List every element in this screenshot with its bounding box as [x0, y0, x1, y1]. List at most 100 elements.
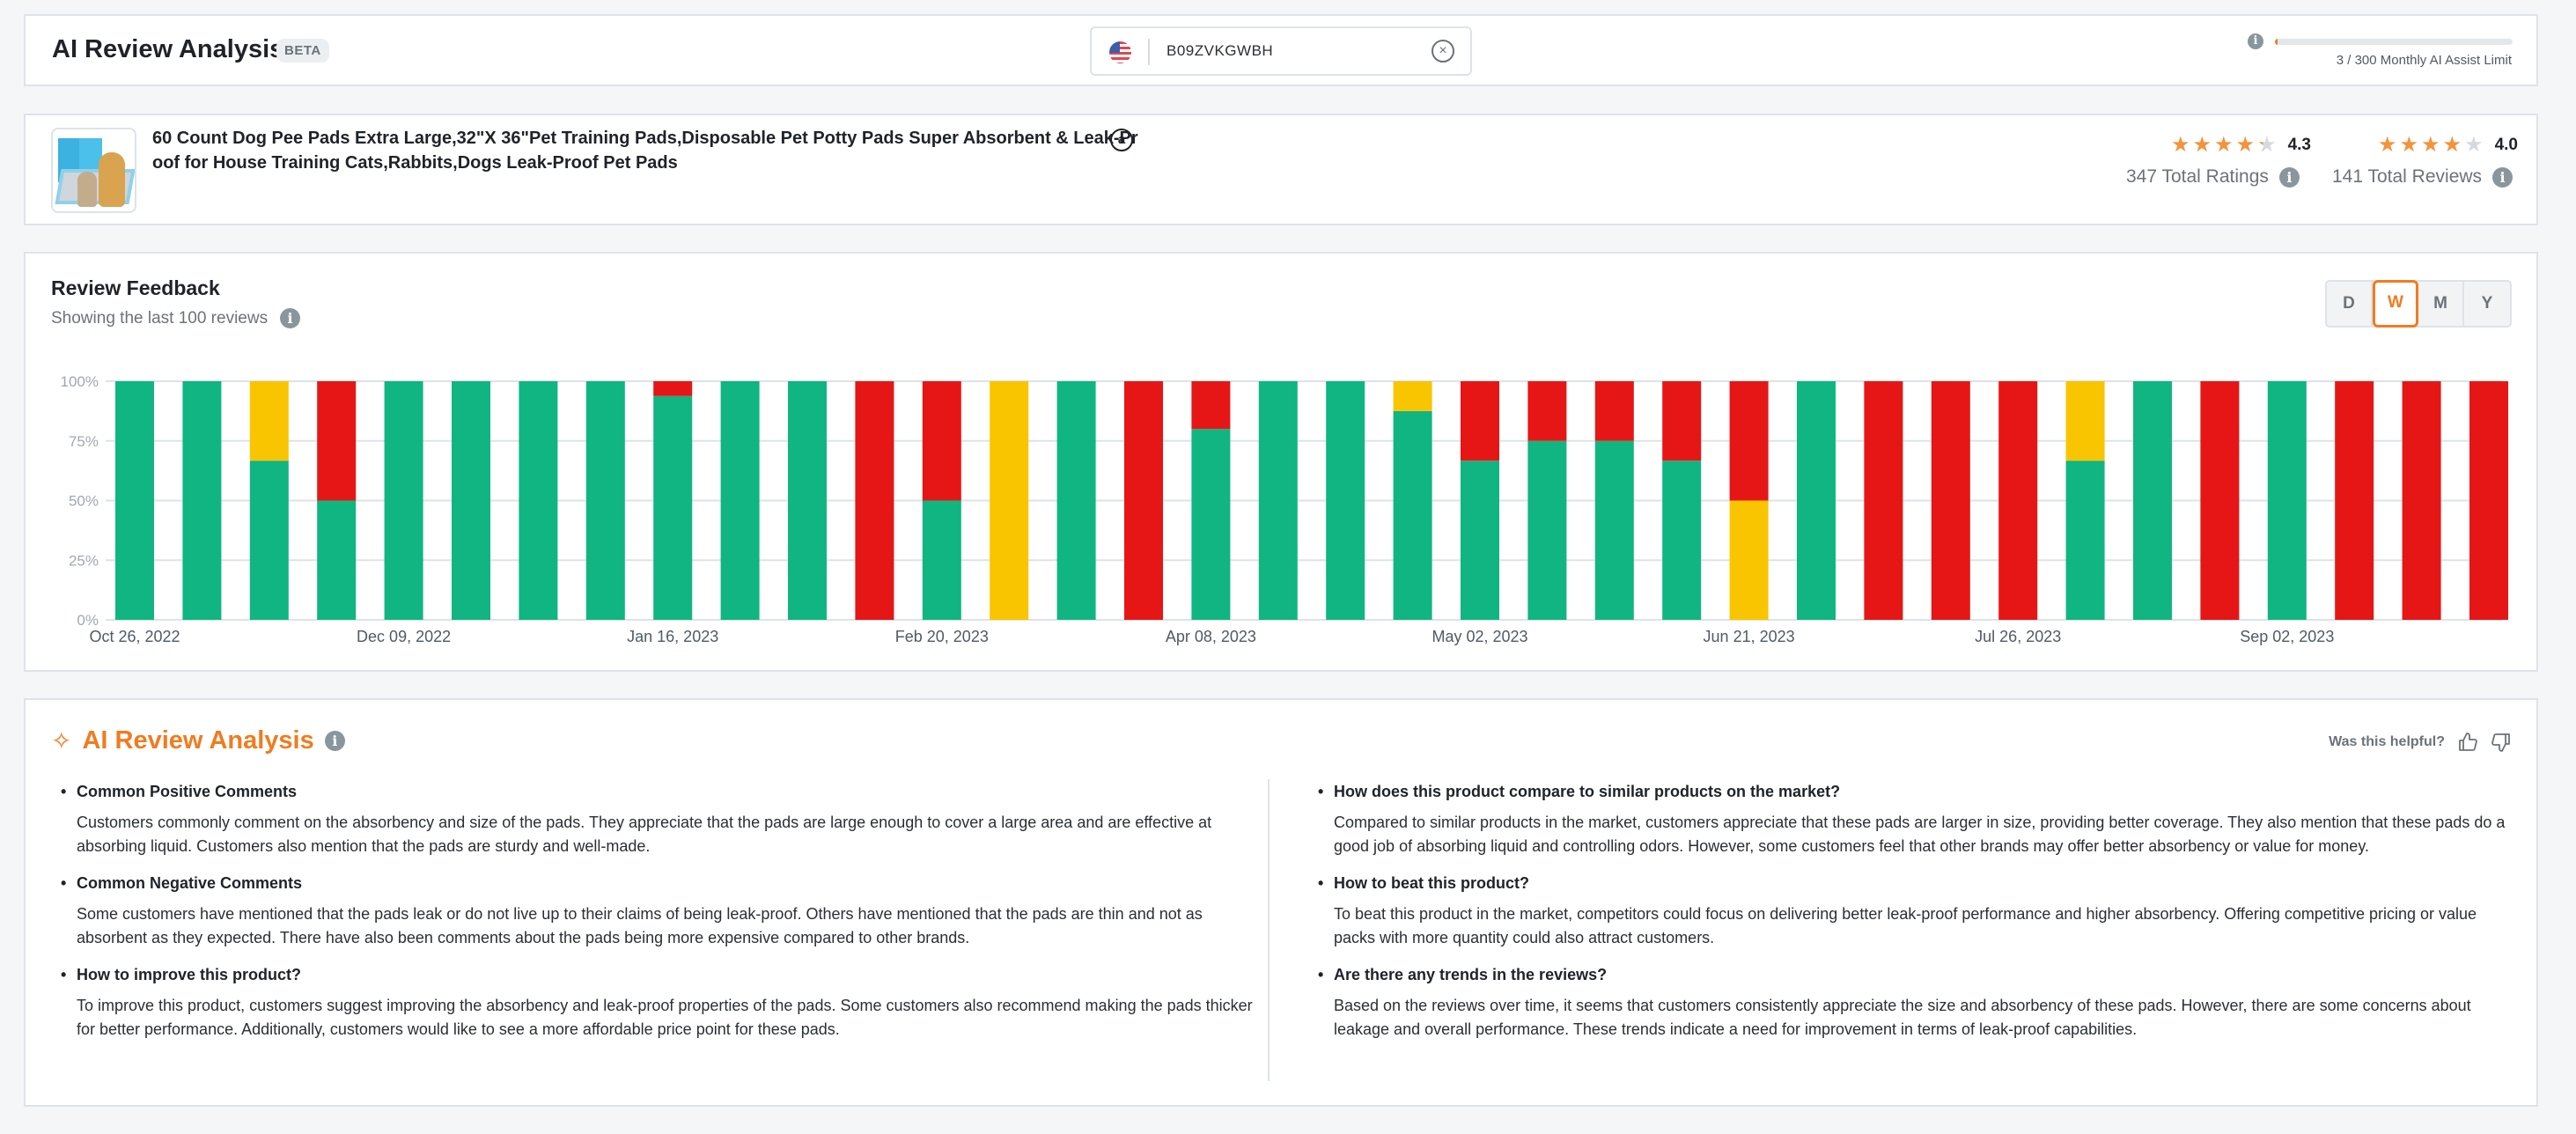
amazon-icon[interactable]: a	[1110, 129, 1133, 151]
review-feedback-title: Review Feedback	[51, 276, 220, 299]
analysis-item: How to beat this product? To beat this pr…	[1316, 873, 2522, 950]
bar-segment-positive	[384, 381, 423, 620]
bar-segment-negative	[653, 381, 693, 396]
y-tick-label: 75%	[69, 433, 99, 450]
bar-segment-negative	[1662, 381, 1702, 461]
info-icon[interactable]: i	[2492, 166, 2513, 188]
bar-segment-neutral	[249, 381, 289, 461]
bar-segment-negative	[317, 381, 357, 501]
y-tick-label: 100%	[61, 373, 99, 390]
analysis-left-column: Common Positive Comments Customers common…	[59, 781, 1256, 1056]
thumbs-down-icon[interactable]	[2491, 732, 2512, 753]
analysis-question: Are there any trends in the reviews?	[1316, 964, 2522, 985]
analysis-right-column: How does this product compare to similar…	[1316, 781, 2522, 1056]
reviews-stars: ★ ★ ★ ★ ★ 4.0	[2378, 135, 2518, 156]
us-flag-icon[interactable]	[1109, 41, 1131, 63]
bar-segment-positive	[1797, 381, 1836, 620]
ai-analysis-title: AI Review Analysis	[82, 726, 314, 755]
bar-segment-negative	[1191, 381, 1231, 430]
star-full-icon: ★	[2421, 133, 2440, 157]
analysis-item: Common Positive Comments Customers common…	[59, 781, 1256, 858]
x-tick-label: Feb 20, 2023	[895, 628, 989, 645]
period-selector: D W M Y	[2325, 280, 2512, 328]
bar-segment-negative	[1461, 381, 1499, 461]
info-icon[interactable]: i	[324, 731, 345, 751]
analysis-answer: Customers commonly comment on the absorb…	[77, 814, 1212, 855]
analysis-question: How to beat this product?	[1316, 873, 2522, 894]
bar-segment-negative	[2402, 381, 2441, 620]
star-rating: ★ ★ ★ ★ ★	[2171, 135, 2279, 156]
bar-segment-neutral	[1393, 381, 1432, 411]
analysis-question: How to improve this product?	[59, 964, 1256, 985]
analysis-answer: To beat this product in the market, comp…	[1334, 905, 2477, 946]
period-day-button[interactable]: D	[2327, 282, 2373, 326]
bar-segment-negative	[1998, 381, 2038, 620]
thumbs-up-icon[interactable]	[2457, 732, 2478, 753]
bar-segment-negative	[855, 381, 894, 620]
period-month-button[interactable]: M	[2418, 282, 2464, 326]
ai-limit-progress	[2275, 39, 2513, 45]
bar-segment-negative	[1594, 381, 1634, 441]
x-tick-label: Jan 16, 2023	[627, 628, 718, 645]
star-empty-icon: ★	[2464, 133, 2484, 157]
period-year-button[interactable]: Y	[2464, 282, 2510, 326]
analysis-question: How does this product compare to similar…	[1316, 781, 2522, 802]
total-ratings-text: 347 Total Ratings	[2126, 166, 2269, 187]
asin-search-input[interactable]: B09ZVKGWBH	[1167, 42, 1273, 60]
asin-search-field[interactable]: B09ZVKGWBH ×	[1090, 26, 1472, 76]
bar-segment-negative	[1864, 381, 1903, 620]
search-divider	[1148, 39, 1150, 65]
x-tick-label: May 02, 2023	[1432, 628, 1527, 645]
bar-segment-neutral	[2065, 381, 2105, 461]
bar-segment-positive	[1662, 460, 1702, 620]
x-tick-label: Jul 26, 2023	[1975, 628, 2061, 645]
analysis-item: Common Negative Comments Some customers h…	[59, 873, 1256, 950]
product-panel: 60 Count Dog Pee Pads Extra Large,32"X 3…	[24, 114, 2538, 225]
bar-segment-positive	[2133, 381, 2172, 620]
x-tick-label: Jun 21, 2023	[1704, 628, 1795, 645]
analysis-answer: Based on the reviews over time, it seems…	[1334, 997, 2471, 1038]
bar-segment-positive	[317, 500, 357, 620]
analysis-question: Common Negative Comments	[59, 873, 1256, 894]
bar-segment-positive	[182, 381, 222, 620]
period-week-button[interactable]: W	[2373, 280, 2418, 328]
clear-icon[interactable]: ×	[1432, 40, 1454, 63]
info-icon[interactable]: i	[2278, 166, 2300, 188]
info-icon[interactable]: i	[2248, 33, 2263, 49]
bar-segment-positive	[2065, 460, 2105, 620]
x-tick-label: Apr 08, 2023	[1166, 628, 1256, 645]
total-ratings: 347 Total Ratings i	[2126, 166, 2300, 188]
bar-segment-positive	[788, 381, 827, 620]
analysis-answer: To improve this product, customers sugge…	[77, 997, 1253, 1038]
analysis-item: How does this product compare to similar…	[1316, 781, 2522, 858]
product-image[interactable]	[51, 128, 136, 213]
bar-segment-negative	[2200, 381, 2240, 620]
bar-segment-positive	[922, 500, 961, 620]
feedback-prompt: Was this helpful?	[2329, 732, 2512, 753]
bar-segment-positive	[2267, 381, 2307, 620]
bar-segment-negative	[922, 381, 961, 501]
info-icon[interactable]: i	[280, 308, 301, 328]
ratings-stars: ★ ★ ★ ★ ★ 4.3	[2171, 135, 2311, 156]
ai-limit-progress-fill	[2275, 39, 2278, 45]
ai-analysis-panel: ✧ AI Review Analysis i Was this helpful?…	[24, 698, 2538, 1107]
bar-segment-negative	[1729, 381, 1769, 501]
bar-segment-positive	[1461, 460, 1499, 620]
star-half-icon: ★	[2257, 133, 2277, 157]
review-rating-value: 4.0	[2494, 136, 2518, 154]
bar-segment-positive	[585, 381, 625, 620]
product-title: 60 Count Dog Pee Pads Extra Large,32"X 3…	[152, 129, 1138, 173]
image-dog-shape	[77, 172, 97, 207]
bar-segment-negative	[1124, 381, 1163, 620]
star-full-icon: ★	[2235, 133, 2256, 157]
analysis-question: Common Positive Comments	[59, 781, 1256, 802]
x-tick-label: Oct 26, 2022	[89, 628, 180, 645]
bar-segment-positive	[1191, 429, 1231, 620]
y-tick-label: 25%	[69, 552, 99, 569]
bar-segment-positive	[653, 395, 693, 620]
y-tick-label: 50%	[69, 493, 99, 510]
bar-segment-negative	[1931, 381, 1970, 620]
bar-segment-positive	[1326, 381, 1365, 620]
analysis-answer: Some customers have mentioned that the p…	[77, 905, 1203, 946]
beta-badge: BETA	[276, 39, 329, 63]
